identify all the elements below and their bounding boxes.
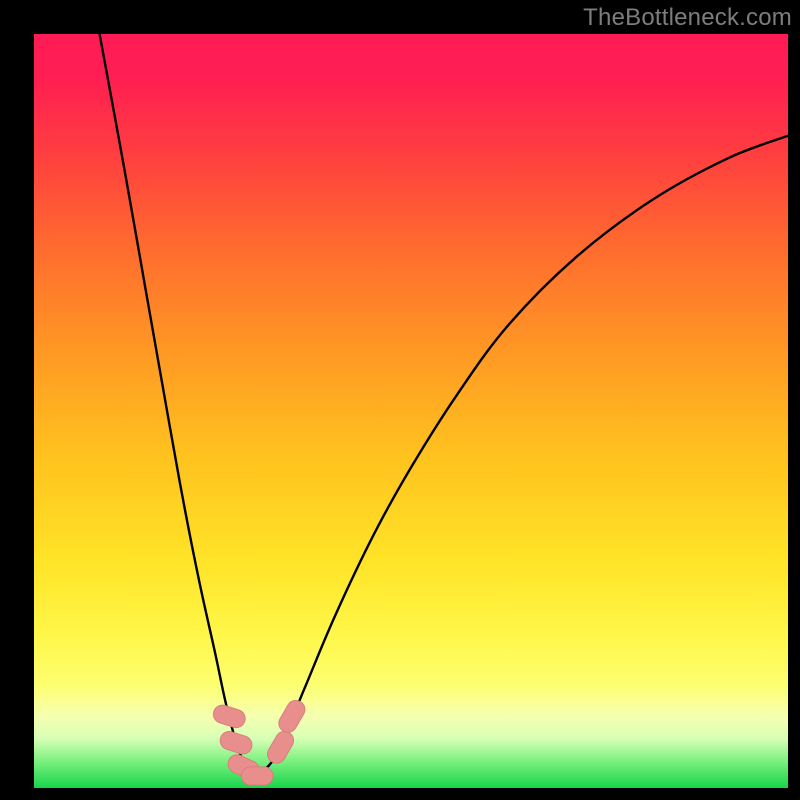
curve-marker: [241, 767, 273, 785]
attribution-text: TheBottleneck.com: [583, 4, 792, 32]
plot-background: [34, 34, 788, 788]
bottleneck-chart: [0, 0, 800, 800]
chart-stage: TheBottleneck.com: [0, 0, 800, 800]
